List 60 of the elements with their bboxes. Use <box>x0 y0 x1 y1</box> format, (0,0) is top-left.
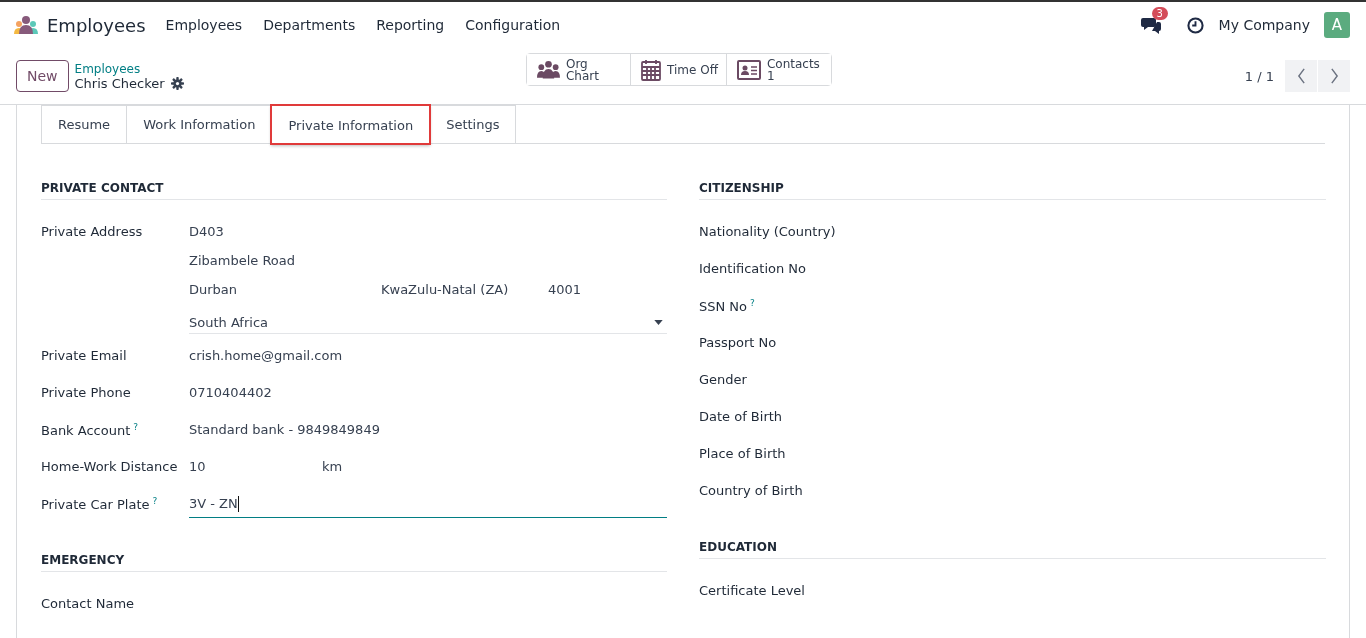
section-heading: EDUCATION <box>699 540 1326 559</box>
chat-icon[interactable] <box>1140 16 1161 34</box>
company-switcher[interactable]: My Company <box>1218 17 1310 33</box>
pager-value: 1 / 1 <box>1244 68 1274 84</box>
chevron-left-icon <box>1296 68 1306 84</box>
field-label: Private Address <box>41 224 143 239</box>
field-label: Nationality (Country) <box>699 224 836 239</box>
field-label: Identification No <box>699 261 807 276</box>
field-value[interactable]: crish.home@gmail.com <box>189 348 343 385</box>
menu-item[interactable]: Configuration <box>465 17 561 33</box>
field-label: Private Email <box>41 348 127 363</box>
people-icon <box>537 59 560 80</box>
field-label: Country of Birth <box>699 483 803 498</box>
field-value[interactable]: 10 <box>189 459 322 496</box>
unit-label: km <box>322 459 343 476</box>
notification-badge: 3 <box>1151 7 1168 20</box>
input-field[interactable]: 3V - ZN <box>189 496 667 518</box>
menu-item[interactable]: Reporting <box>376 17 445 33</box>
field-value[interactable]: Standard bank - 9849849849 <box>189 422 380 459</box>
field-label: Date of Birth <box>699 409 783 424</box>
chevron-right-icon <box>1329 68 1339 84</box>
menu-item[interactable]: Employees <box>165 17 243 33</box>
smart-button[interactable]: Org Chart <box>527 54 631 85</box>
new-button[interactable]: New <box>16 60 69 92</box>
field-label: Contact Name <box>41 596 135 611</box>
help-tooltip[interactable]: ? <box>133 422 139 432</box>
contact-card-icon <box>736 59 761 80</box>
field-label: Home-Work Distance <box>41 459 178 474</box>
tab[interactable]: Settings <box>429 105 517 143</box>
field-value[interactable]: KwaZulu-Natal (ZA) <box>381 282 548 311</box>
app-title[interactable]: Employees <box>47 14 146 36</box>
clock-icon[interactable] <box>1186 16 1204 34</box>
field-label: Place of Birth <box>699 446 786 461</box>
section-heading: CITIZENSHIP <box>699 181 1326 200</box>
field-label: Private Phone <box>41 385 131 400</box>
gear-icon[interactable] <box>170 76 184 90</box>
caret-icon <box>654 319 663 325</box>
field-value[interactable]: Zibambele Road <box>189 253 667 282</box>
help-tooltip[interactable]: ? <box>152 496 158 506</box>
field-label: Gender <box>699 372 747 387</box>
section-heading: PRIVATE CONTACT <box>41 181 667 200</box>
field-value[interactable]: Durban <box>189 282 381 311</box>
tab[interactable]: Resume <box>41 105 128 143</box>
section-heading: EMERGENCY <box>41 553 667 572</box>
calendar-icon <box>641 58 661 81</box>
field-label: Bank Account <box>41 423 131 439</box>
field-label: Private Car Plate <box>41 497 150 513</box>
field-label: Passport No <box>699 335 777 350</box>
tab[interactable]: Private Information <box>271 105 431 144</box>
people-icon <box>13 15 39 35</box>
country-select[interactable]: South Africa <box>189 311 667 334</box>
field-label: SSN No <box>699 299 748 315</box>
menu-item[interactable]: Departments <box>263 17 356 33</box>
help-tooltip[interactable]: ? <box>750 298 755 308</box>
record-name: Chris Checker <box>74 75 165 91</box>
breadcrumb-link[interactable]: Employees <box>74 61 184 76</box>
field-label: Certificate Level <box>699 583 805 598</box>
field-value[interactable]: D403 <box>189 224 667 253</box>
field-value[interactable]: 4001 <box>548 282 582 311</box>
field-value[interactable]: 0710404402 <box>189 385 272 422</box>
